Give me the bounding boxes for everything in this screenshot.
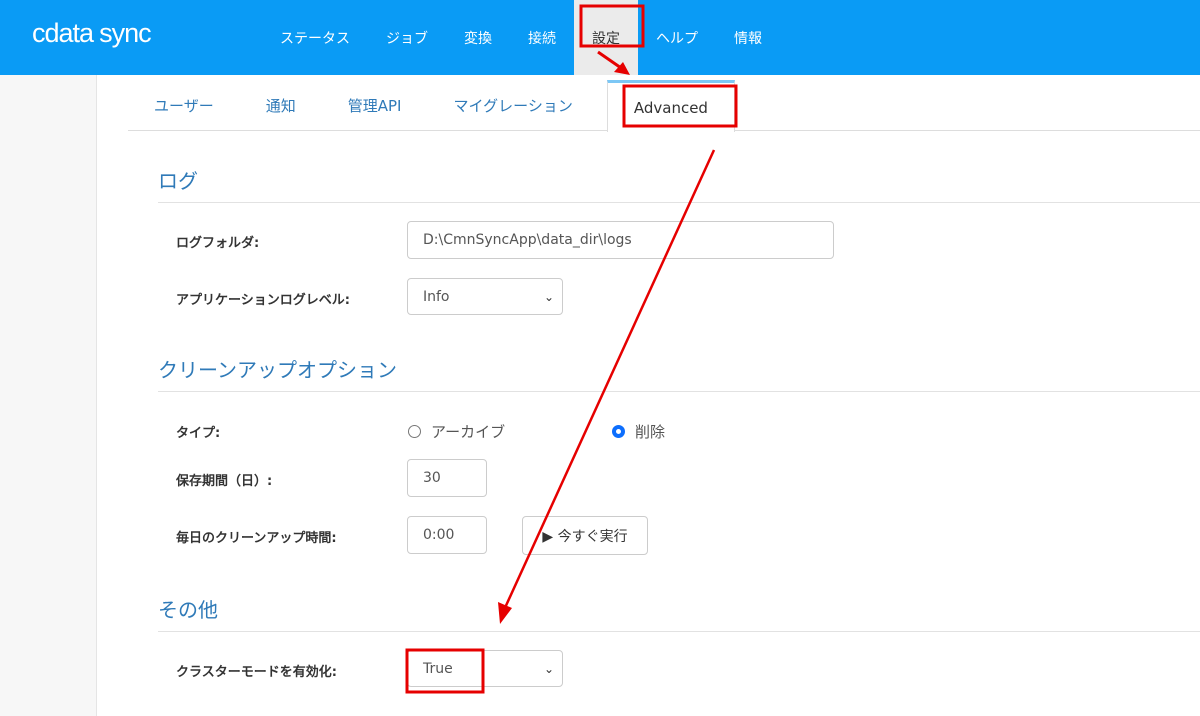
section-log-title: ログ	[158, 165, 1200, 203]
logo[interactable]: cdata sync	[32, 18, 152, 49]
log-level-select[interactable]: Info ⌄	[407, 278, 563, 315]
radio-delete[interactable]: 削除	[612, 421, 665, 442]
log-level-label: アプリケーションログレベル:	[176, 293, 350, 308]
cleanup-time-label: 毎日のクリーンアップ時間:	[176, 531, 337, 546]
cluster-mode-value: True	[423, 660, 453, 677]
nav-settings[interactable]: 設定	[574, 0, 638, 75]
main-nav: ステータス ジョブ 変換 接続 設定 ヘルプ 情報	[262, 0, 780, 75]
retention-input[interactable]: 30	[407, 459, 487, 497]
radio-unchecked-icon	[408, 425, 421, 438]
tab-notifications[interactable]: 通知	[240, 80, 322, 131]
cluster-mode-select[interactable]: True ⌄	[407, 650, 563, 687]
tab-advanced[interactable]: Advanced	[606, 80, 735, 132]
radio-archive-label: アーカイブ	[431, 423, 506, 441]
radio-delete-label: 削除	[635, 423, 666, 441]
settings-tabs: ユーザー 通知 管理API マイグレーション Advanced	[128, 80, 1200, 132]
tab-admin-api[interactable]: 管理API	[322, 80, 428, 131]
nav-status[interactable]: ステータス	[262, 0, 368, 75]
radio-archive[interactable]: アーカイブ	[408, 421, 505, 442]
logo-product: sync	[99, 18, 152, 48]
nav-help[interactable]: ヘルプ	[638, 0, 716, 75]
header: cdata sync ステータス ジョブ 変換 接続 設定 ヘルプ 情報	[0, 0, 1200, 75]
cleanup-type-label: タイプ:	[176, 426, 221, 441]
chevron-down-icon: ⌄	[543, 661, 554, 676]
tab-migration[interactable]: マイグレーション	[427, 80, 598, 131]
nav-about[interactable]: 情報	[716, 0, 780, 75]
log-folder-label: ログフォルダ:	[176, 236, 260, 251]
logo-brand: cdata	[32, 18, 94, 48]
nav-transform[interactable]: 変換	[446, 0, 510, 75]
section-cleanup-title: クリーンアップオプション	[158, 354, 1200, 392]
log-folder-input[interactable]: D:\CmnSyncApp\data_dir\logs	[407, 221, 834, 259]
section-other-title: その他	[158, 594, 1200, 632]
cleanup-time-input[interactable]: 0:00	[407, 516, 487, 554]
left-sidebar	[0, 75, 97, 716]
tab-users[interactable]: ユーザー	[128, 80, 240, 131]
radio-checked-icon	[612, 425, 625, 438]
run-now-button[interactable]: ▶ 今すぐ実行	[522, 516, 648, 555]
retention-label: 保存期間（日）:	[176, 474, 273, 489]
nav-jobs[interactable]: ジョブ	[368, 0, 446, 75]
nav-connections[interactable]: 接続	[510, 0, 574, 75]
cluster-mode-label: クラスターモードを有効化:	[176, 665, 337, 680]
log-level-value: Info	[423, 288, 450, 305]
chevron-down-icon: ⌄	[543, 289, 554, 304]
